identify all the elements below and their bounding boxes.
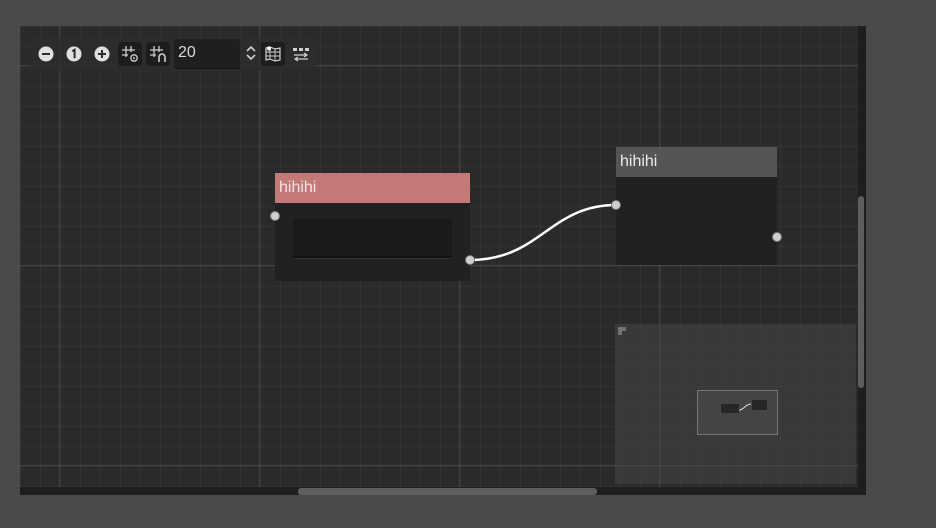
snap-distance-value[interactable]: 20 [178, 44, 196, 62]
toggle-snap-button[interactable] [118, 42, 142, 66]
input-port[interactable] [611, 200, 621, 210]
minimap-connection [738, 403, 752, 411]
zoom-out-button[interactable] [34, 42, 58, 66]
arrange-nodes-icon [293, 48, 309, 62]
grid-icon [150, 46, 166, 62]
vertical-scrollbar-grabber[interactable] [858, 196, 864, 388]
minimap[interactable] [615, 324, 856, 484]
horizontal-scrollbar-grabber[interactable] [298, 488, 597, 495]
node-slot-field[interactable] [293, 218, 452, 258]
toggle-grid-button[interactable] [146, 42, 170, 66]
vertical-scrollbar[interactable] [858, 26, 866, 495]
zoom-reset-button[interactable] [62, 42, 86, 66]
resize-handle-icon[interactable] [618, 327, 626, 335]
horizontal-scrollbar[interactable] [20, 487, 858, 495]
minimap-icon [265, 46, 281, 62]
node-title[interactable]: hihihi [275, 173, 470, 203]
grid-major-line [259, 26, 260, 495]
zoom-out-icon [38, 46, 54, 62]
grid-major-line [59, 26, 60, 495]
node-title[interactable]: hihihi [616, 147, 777, 177]
output-port[interactable] [772, 232, 782, 242]
graph-node-2[interactable]: hihihi [616, 147, 777, 265]
snap-distance-field[interactable]: 20 [174, 39, 240, 68]
output-port[interactable] [465, 255, 475, 265]
zoom-reset-icon [66, 46, 82, 62]
graph-toolbar: 20 [30, 37, 317, 71]
toggle-minimap-button[interactable] [261, 42, 285, 66]
arrange-nodes-button[interactable] [289, 42, 313, 66]
spinbox-arrows-icon[interactable] [244, 44, 258, 62]
graph-node-1[interactable]: hihihi [275, 173, 470, 281]
graph-canvas[interactable]: hihihi hihihi 20 [20, 26, 866, 495]
input-port[interactable] [270, 211, 280, 221]
zoom-in-button[interactable] [90, 42, 114, 66]
snap-grid-icon [122, 46, 138, 62]
zoom-in-icon [94, 46, 110, 62]
